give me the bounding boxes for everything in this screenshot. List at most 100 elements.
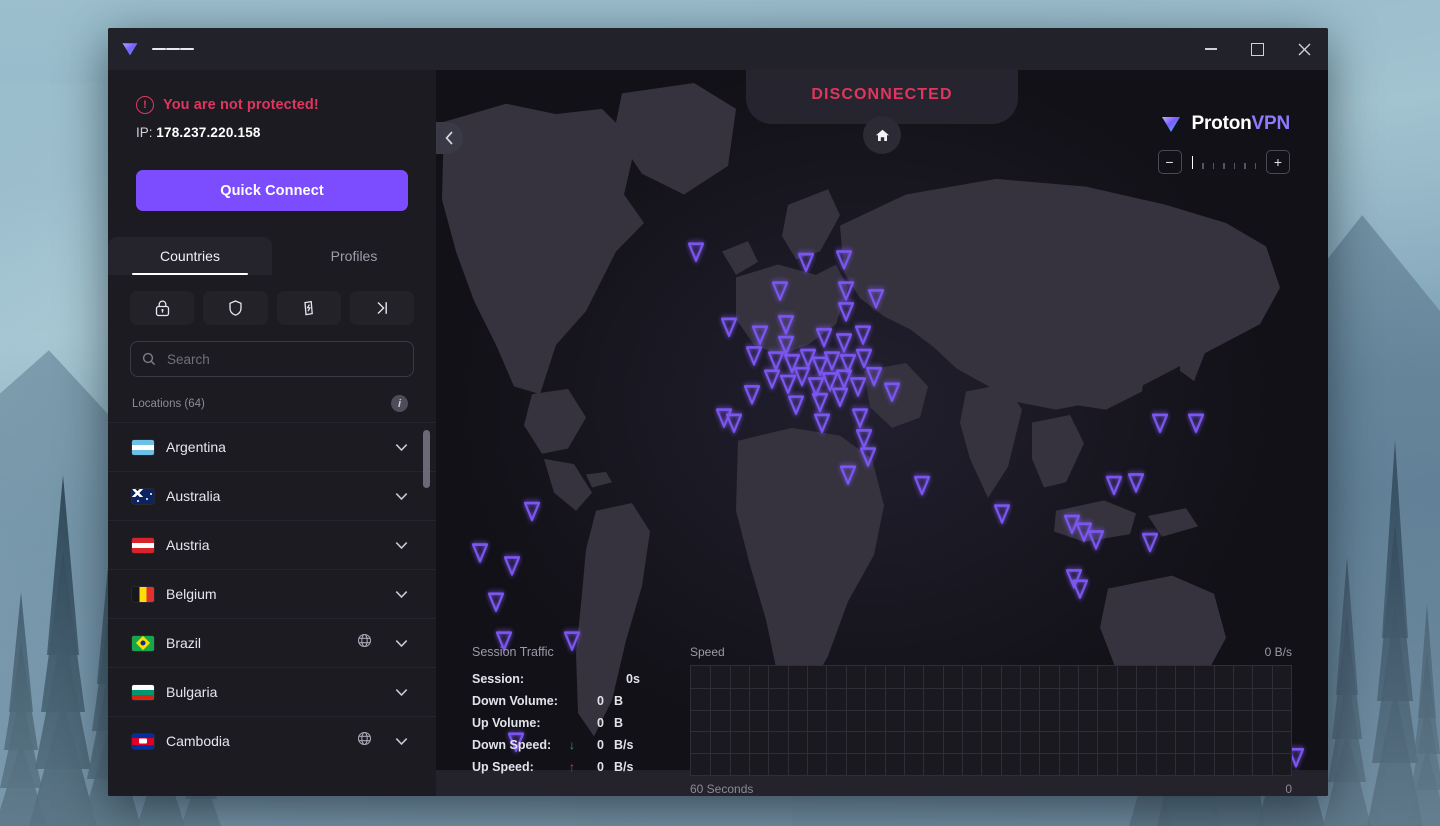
chevron-down-icon[interactable] xyxy=(388,434,414,460)
zoom-in-button[interactable]: + xyxy=(1266,150,1290,174)
chevron-down-icon[interactable] xyxy=(388,581,414,607)
ip-value: 178.237.220.158 xyxy=(156,125,260,140)
protonvpn-window: ! You are not protected! IP: 178.237.220… xyxy=(108,28,1328,796)
exclamation-circle-icon: ! xyxy=(136,96,154,114)
stat-label: Down Speed: xyxy=(472,738,564,752)
info-icon[interactable]: i xyxy=(391,395,408,412)
graph-gridline-vertical xyxy=(846,666,847,775)
zoom-tick[interactable] xyxy=(1213,163,1215,169)
zoom-tick[interactable] xyxy=(1255,163,1257,169)
stat-value: 0 xyxy=(580,694,604,708)
secure-core-icon[interactable] xyxy=(130,291,194,325)
graph-gridline-vertical xyxy=(749,666,750,775)
tor-icon[interactable] xyxy=(350,291,414,325)
protonvpn-logo-icon xyxy=(1159,112,1183,136)
speed-graph-title: Speed xyxy=(690,645,725,659)
stat-label: Session: xyxy=(472,672,564,686)
graph-gridline-vertical xyxy=(710,666,711,775)
graph-gridline-vertical xyxy=(1097,666,1098,775)
search-input[interactable] xyxy=(165,351,402,368)
speed-graph-plot[interactable] xyxy=(690,665,1292,776)
protection-status-text: You are not protected! xyxy=(163,97,319,113)
stat-row-up-speed: Up Speed: ↑ 0 B/s xyxy=(472,756,690,778)
country-list[interactable]: Argentina Australia xyxy=(108,422,436,796)
up-arrow-icon: ↑ xyxy=(564,760,580,774)
graph-gridline-vertical xyxy=(768,666,769,775)
stat-label: Up Speed: xyxy=(472,760,564,774)
flag-au xyxy=(132,489,154,504)
tab-profiles[interactable]: Profiles xyxy=(272,237,436,275)
country-name: Bulgaria xyxy=(166,684,376,700)
country-row-brazil[interactable]: Brazil xyxy=(108,618,436,667)
zoom-tick[interactable] xyxy=(1223,163,1225,169)
speed-graph-max: 0 B/s xyxy=(1265,645,1292,659)
quick-connect-button[interactable]: Quick Connect xyxy=(136,170,408,211)
country-row-bulgaria[interactable]: Bulgaria xyxy=(108,667,436,716)
minimize-button[interactable] xyxy=(1187,28,1234,70)
map-panel[interactable]: DISCONNECTED ProtonVPN − xyxy=(436,70,1328,796)
flag-at xyxy=(132,538,154,553)
ip-address-row: IP: 178.237.220.158 xyxy=(136,125,408,140)
graph-gridline-vertical xyxy=(1194,666,1195,775)
locations-count-label: Locations (64) xyxy=(132,398,205,410)
chevron-down-icon[interactable] xyxy=(388,532,414,558)
graph-gridline-vertical xyxy=(826,666,827,775)
graph-gridline-vertical xyxy=(1136,666,1137,775)
stat-unit: B/s xyxy=(604,760,633,774)
sidebar-tabs: Countries Profiles xyxy=(108,237,436,275)
zoom-slider[interactable] xyxy=(1188,155,1261,169)
map-home-button[interactable] xyxy=(863,116,901,154)
country-name: Argentina xyxy=(166,439,376,455)
chevron-down-icon[interactable] xyxy=(388,679,414,705)
chevron-down-icon[interactable] xyxy=(388,630,414,656)
graph-gridline-vertical xyxy=(1156,666,1157,775)
graph-gridline-vertical xyxy=(962,666,963,775)
down-arrow-icon: ↓ xyxy=(564,738,580,752)
country-row-australia[interactable]: Australia xyxy=(108,471,436,520)
country-name: Brazil xyxy=(166,635,345,651)
tab-countries[interactable]: Countries xyxy=(108,237,272,275)
graph-gridline-vertical xyxy=(1252,666,1253,775)
stat-row-down-volume: Down Volume: 0 B xyxy=(472,690,690,712)
hamburger-menu-icon[interactable] xyxy=(152,28,194,70)
protection-status: ! You are not protected! xyxy=(136,96,408,114)
graph-gridline-vertical xyxy=(885,666,886,775)
zoom-tick[interactable] xyxy=(1202,163,1204,169)
p2p-icon[interactable] xyxy=(277,291,341,325)
globe-icon xyxy=(357,731,372,751)
zoom-tick[interactable] xyxy=(1244,163,1246,169)
graph-gridline-vertical xyxy=(1001,666,1002,775)
zoom-tick-active[interactable] xyxy=(1192,156,1194,169)
graph-gridline-vertical xyxy=(981,666,982,775)
close-button[interactable] xyxy=(1281,28,1328,70)
search-box[interactable] xyxy=(130,341,414,377)
zoom-out-button[interactable]: − xyxy=(1158,150,1182,174)
graph-gridline-horizontal xyxy=(691,710,1291,711)
scrollbar-thumb[interactable] xyxy=(423,430,430,488)
graph-gridline-vertical xyxy=(865,666,866,775)
stat-unit: B xyxy=(604,694,623,708)
country-row-argentina[interactable]: Argentina xyxy=(108,422,436,471)
speed-graph-footer: 60 Seconds 0 xyxy=(690,782,1292,796)
country-row-austria[interactable]: Austria xyxy=(108,520,436,569)
country-list-scrollbar[interactable] xyxy=(423,422,430,796)
zoom-tick[interactable] xyxy=(1234,163,1236,169)
graph-gridline-horizontal xyxy=(691,731,1291,732)
graph-gridline-vertical xyxy=(1214,666,1215,775)
chevron-down-icon[interactable] xyxy=(388,483,414,509)
map-zoom-control[interactable]: − + xyxy=(1158,150,1291,174)
graph-gridline-vertical xyxy=(1039,666,1040,775)
session-stats-bar: Session Traffic Session: 0s Down Volume:… xyxy=(436,631,1328,796)
maximize-button[interactable] xyxy=(1234,28,1281,70)
filter-button-row xyxy=(108,275,436,325)
country-row-cambodia[interactable]: Cambodia xyxy=(108,716,436,765)
speed-graph-time-label: 60 Seconds xyxy=(690,782,753,796)
brand-logo: ProtonVPN xyxy=(1159,112,1290,136)
chevron-down-icon[interactable] xyxy=(388,728,414,754)
graph-gridline-vertical xyxy=(1233,666,1234,775)
stat-label: Down Volume: xyxy=(472,694,564,708)
country-row-belgium[interactable]: Belgium xyxy=(108,569,436,618)
search-icon xyxy=(142,352,156,366)
connection-status-block: ! You are not protected! IP: 178.237.220… xyxy=(108,70,436,140)
netshield-icon[interactable] xyxy=(203,291,267,325)
